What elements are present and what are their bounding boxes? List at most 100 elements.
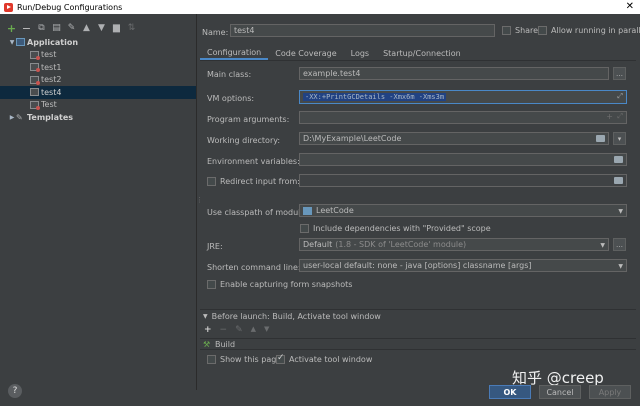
classpath-value: LeetCode — [316, 206, 354, 215]
intellij-app-icon — [4, 2, 13, 12]
activate-window-option[interactable]: Activate tool window — [276, 353, 372, 364]
jre-select[interactable]: Default (1.8 - SDK of 'LeetCode' module)… — [299, 238, 609, 251]
add-task-button[interactable]: + — [204, 325, 212, 335]
module-icon — [303, 206, 312, 215]
main-class-browse-button[interactable]: … — [613, 67, 626, 80]
tab-logs[interactable]: Logs — [344, 46, 376, 60]
program-args-input[interactable]: + ⤢ — [299, 111, 627, 124]
before-launch-label: Before launch: Build, Activate tool wind… — [211, 312, 381, 321]
tree-item-test2[interactable]: test2 — [0, 74, 196, 87]
remove-task-button[interactable]: − — [220, 325, 228, 335]
tree-item-Test[interactable]: Test — [0, 99, 196, 112]
move-up-button[interactable]: ▲ — [81, 23, 92, 34]
chevron-down-icon: ▼ — [618, 263, 623, 270]
name-input[interactable]: test4 — [230, 24, 495, 37]
show-page-option[interactable]: Show this page — [207, 355, 281, 364]
apply-button[interactable]: Apply — [589, 385, 631, 399]
program-args-label: Program arguments: — [207, 115, 290, 124]
chevron-down-icon: ▼ — [600, 242, 605, 249]
close-window-button[interactable]: ✕ — [626, 1, 634, 12]
splitter-grip[interactable]: ⋮ — [196, 196, 203, 204]
edit-task-button[interactable]: ✎ — [235, 325, 243, 335]
include-provided-option[interactable]: Include dependencies with "Provided" sco… — [300, 224, 491, 233]
move-task-down-button[interactable]: ▼ — [264, 325, 269, 335]
cancel-button[interactable]: Cancel — [539, 385, 581, 399]
working-dir-input[interactable]: D:\MyExample\LeetCode — [299, 132, 609, 145]
config-tabs: Configuration Code Coverage Logs Startup… — [200, 46, 468, 60]
add-config-button[interactable]: + — [6, 22, 17, 35]
parallel-option[interactable]: Allow running in parallel — [538, 26, 640, 35]
config-icon — [30, 63, 40, 73]
task-build[interactable]: ⚒ Build — [200, 338, 636, 350]
classpath-select[interactable]: LeetCode ▼ — [299, 204, 627, 217]
window-title: Run/Debug Configurations — [17, 2, 123, 12]
help-button[interactable]: ? — [8, 384, 22, 398]
section-divider — [200, 309, 636, 310]
config-tree: ▼ Application test test1 test2 test4 Tes… — [0, 36, 196, 124]
before-launch-header[interactable]: ▼ Before launch: Build, Activate tool wi… — [203, 312, 381, 321]
remove-config-button[interactable]: − — [21, 22, 32, 35]
expand-icon[interactable]: ⤢ — [617, 92, 623, 101]
sort-button[interactable]: ⇅ — [126, 23, 137, 34]
ok-button[interactable]: OK — [489, 385, 531, 399]
tree-node-application[interactable]: ▼ Application — [0, 36, 196, 49]
save-config-button[interactable]: ▤ — [51, 23, 62, 34]
parallel-label: Allow running in parallel — [551, 26, 640, 35]
redirect-input[interactable] — [299, 174, 627, 187]
config-icon — [30, 100, 40, 110]
add-icon[interactable]: + — [606, 112, 613, 121]
vm-options-value: -XX:+PrintGCDetails -Xmx6m -Xms3m — [303, 93, 447, 101]
tree-node-templates[interactable]: ▶ ✎ Templates — [0, 111, 196, 124]
working-dir-macro-button[interactable]: ▾ — [613, 132, 626, 145]
config-icon — [30, 88, 39, 97]
tab-startup-connection[interactable]: Startup/Connection — [376, 46, 468, 60]
working-dir-value: D:\MyExample\LeetCode — [303, 134, 402, 143]
share-label: Share — [515, 26, 539, 35]
show-page-checkbox[interactable] — [207, 355, 216, 364]
shorten-label: Shorten command line: — [207, 263, 301, 272]
before-launch-toolbar: + − ✎ ▲ ▼ — [204, 325, 269, 335]
tree-item-test4[interactable]: test4 — [0, 86, 196, 99]
vm-options-input[interactable]: -XX:+PrintGCDetails -Xmx6m -Xms3m ⤢ — [299, 90, 627, 104]
move-task-up-button[interactable]: ▲ — [251, 325, 256, 335]
new-folder-button[interactable]: ▆ — [111, 23, 122, 34]
redirect-checkbox[interactable] — [207, 177, 216, 186]
env-vars-input[interactable] — [299, 153, 627, 166]
include-provided-label: Include dependencies with "Provided" sco… — [313, 224, 491, 233]
parallel-checkbox[interactable] — [538, 26, 547, 35]
folder-icon[interactable] — [596, 135, 605, 142]
activate-window-checkbox[interactable] — [276, 353, 285, 364]
snapshots-option[interactable]: Enable capturing form snapshots — [207, 280, 352, 289]
expand-icon[interactable]: ⤢ — [617, 112, 623, 121]
tab-configuration[interactable]: Configuration — [200, 46, 269, 60]
tree-node-label: Application — [27, 37, 79, 47]
jre-browse-button[interactable]: … — [613, 238, 626, 251]
shorten-value: user-local default: none - java [options… — [303, 261, 532, 270]
chevron-right-icon[interactable]: ▶ — [8, 114, 16, 121]
folder-icon[interactable] — [614, 156, 623, 163]
tab-code-coverage[interactable]: Code Coverage — [268, 46, 343, 60]
tree-node-label: Templates — [27, 112, 74, 122]
application-icon — [16, 38, 25, 47]
snapshots-checkbox[interactable] — [207, 280, 216, 289]
chevron-down-icon[interactable]: ▼ — [203, 313, 208, 320]
copy-config-button[interactable]: ⧉ — [36, 23, 47, 34]
edit-defaults-button[interactable]: ✎ — [66, 23, 77, 34]
tree-item-test1[interactable]: test1 — [0, 61, 196, 74]
config-icon — [30, 50, 40, 60]
shorten-select[interactable]: user-local default: none - java [options… — [299, 259, 627, 272]
chevron-down-icon: ▼ — [618, 208, 623, 215]
chevron-down-icon[interactable]: ▼ — [8, 39, 16, 46]
include-provided-checkbox[interactable] — [300, 224, 309, 233]
folder-icon[interactable] — [614, 177, 623, 184]
move-down-button[interactable]: ▼ — [96, 23, 107, 34]
share-option[interactable]: Share — [502, 26, 538, 35]
main-class-label: Main class: — [207, 70, 252, 79]
share-checkbox[interactable] — [502, 26, 511, 35]
redirect-label: Redirect input from: — [220, 177, 300, 186]
tree-item-test[interactable]: test — [0, 49, 196, 62]
main-class-input[interactable]: example.test4 — [299, 67, 609, 80]
redirect-option[interactable]: Redirect input from: — [207, 177, 300, 186]
snapshots-label: Enable capturing form snapshots — [220, 280, 353, 289]
tree-item-label: test4 — [41, 87, 62, 97]
